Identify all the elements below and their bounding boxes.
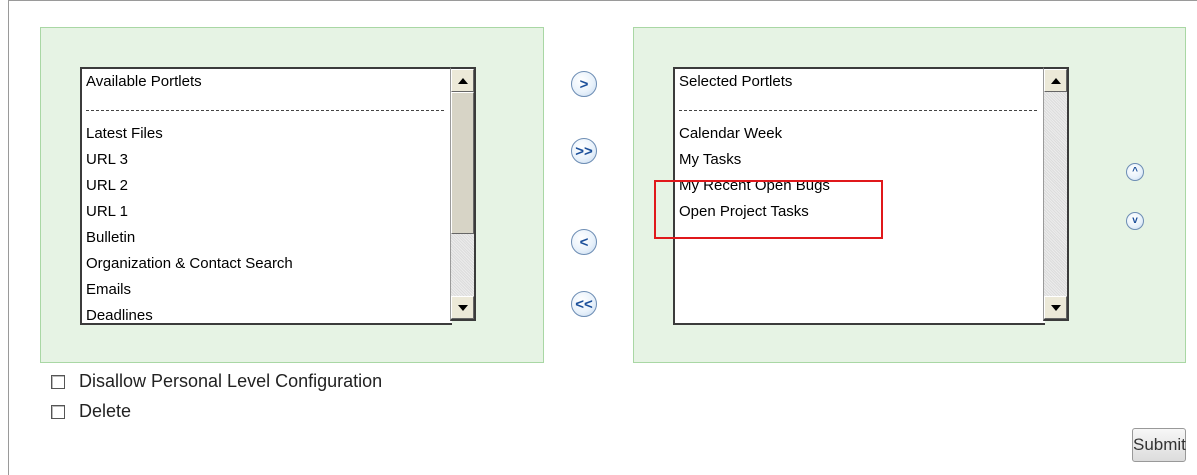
scroll-thumb[interactable] <box>451 92 474 234</box>
scroll-up-button[interactable] <box>1044 69 1067 92</box>
list-item[interactable]: URL 3 <box>86 153 450 179</box>
delete-option: Delete <box>51 401 131 422</box>
arrow-down-icon <box>1050 304 1061 311</box>
disallow-config-checkbox[interactable] <box>51 374 65 389</box>
move-down-button[interactable]: v <box>1126 212 1144 230</box>
scroll-up-button[interactable] <box>451 69 474 92</box>
list-item[interactable]: Bulletin <box>86 231 450 257</box>
delete-checkbox[interactable] <box>51 404 65 419</box>
move-up-button[interactable]: ^ <box>1126 163 1144 181</box>
available-scrollbar[interactable] <box>450 67 476 321</box>
list-item[interactable]: Emails <box>86 283 450 309</box>
add-selected-button[interactable]: > <box>571 71 597 97</box>
arrow-down-icon <box>457 304 468 311</box>
list-header: Available Portlets <box>86 75 202 90</box>
scroll-down-button[interactable] <box>451 296 474 319</box>
arrow-up-icon <box>1050 77 1061 84</box>
remove-selected-button[interactable]: < <box>571 229 597 255</box>
available-portlets-panel: Available Portlets Latest Files URL 3 UR… <box>40 27 544 363</box>
submit-button[interactable]: Submit <box>1132 428 1186 462</box>
available-portlets-listbox[interactable]: Available Portlets Latest Files URL 3 UR… <box>80 67 452 325</box>
list-item[interactable]: Latest Files <box>86 127 450 153</box>
delete-label: Delete <box>79 401 132 421</box>
highlight-annotation <box>654 180 883 239</box>
selected-scrollbar[interactable] <box>1043 67 1069 321</box>
list-header: Selected Portlets <box>679 75 793 90</box>
list-item[interactable]: URL 2 <box>86 179 450 205</box>
list-item[interactable]: URL 1 <box>86 205 450 231</box>
arrow-up-icon <box>457 77 468 84</box>
disallow-config-option: Disallow Personal Level Configuration <box>51 371 382 392</box>
list-item[interactable]: My Tasks <box>679 153 1043 179</box>
list-item[interactable]: Calendar Week <box>679 127 1043 153</box>
list-divider <box>679 101 1043 127</box>
add-all-button[interactable]: >> <box>571 138 597 164</box>
list-divider <box>86 101 450 127</box>
list-item[interactable]: Deadlines <box>86 309 450 323</box>
scroll-down-button[interactable] <box>1044 296 1067 319</box>
list-item[interactable]: Organization & Contact Search <box>86 257 450 283</box>
remove-all-button[interactable]: << <box>571 291 597 317</box>
disallow-config-label: Disallow Personal Level Configuration <box>79 371 383 391</box>
